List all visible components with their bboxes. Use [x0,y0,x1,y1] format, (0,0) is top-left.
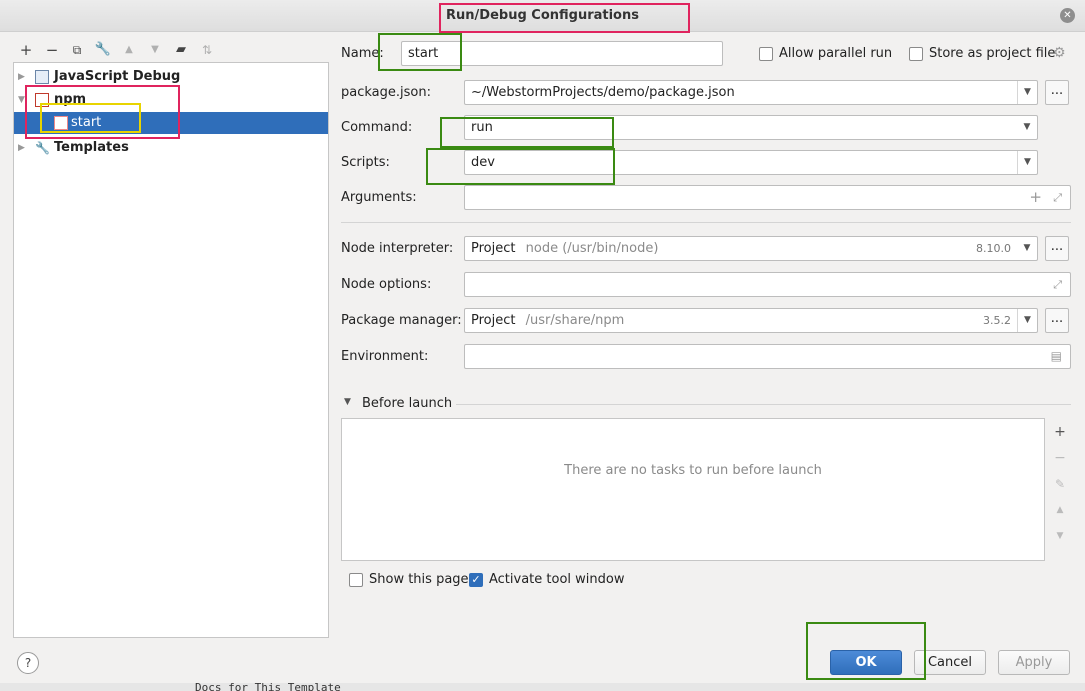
collapsed-arrow-icon[interactable]: ▶ [18,137,25,159]
package-json-value: ~/WebstormProjects/demo/package.json [471,85,735,100]
scripts-label: Scripts: [341,155,390,170]
collapse-arrow-icon[interactable]: ▼ [344,397,351,407]
plus-icon[interactable]: + [1029,186,1042,209]
command-value: run [471,120,493,135]
background-editor-text: Docs for This Template [195,681,341,691]
command-label: Command: [341,120,413,135]
package-manager-label: Package manager: [341,313,462,328]
node-options-label: Node options: [341,277,432,292]
node-interpreter-select[interactable]: Project node (/usr/bin/node) 8.10.0 ▼ [464,236,1038,261]
gear-icon[interactable]: ⚙ [1053,45,1066,61]
expand-icon[interactable]: ⤢ [1053,186,1062,209]
activate-tool-window-checkbox[interactable]: ✓ [469,573,483,587]
chevron-down-icon[interactable]: ▼ [1017,151,1037,174]
arguments-label: Arguments: [341,190,417,205]
environment-label: Environment: [341,349,429,364]
tree-item-label: npm [54,92,87,107]
separator [341,222,1071,223]
folder-icon[interactable]: ▰ [171,40,191,60]
sort-icon[interactable]: ⇅ [197,40,217,60]
chevron-down-icon[interactable]: ▼ [1017,81,1037,104]
help-button[interactable]: ? [17,652,39,674]
collapsed-arrow-icon[interactable]: ▶ [18,66,25,88]
javascript-debug-icon [35,70,49,84]
browse-package-manager-button[interactable]: ... [1045,308,1069,333]
move-up-icon[interactable]: ▲ [119,40,139,60]
remove-icon[interactable]: − [42,40,62,60]
expand-icon[interactable]: ⤢ [1053,273,1062,296]
package-manager-path: /usr/share/npm [525,313,625,328]
copy-icon[interactable]: ⧉ [67,40,87,60]
name-label: Name: [341,46,384,61]
ok-button[interactable]: OK [830,650,902,675]
npm-icon [54,116,68,130]
arguments-input[interactable]: + ⤢ [464,185,1071,210]
package-json-select[interactable]: ~/WebstormProjects/demo/package.json ▼ [464,80,1038,105]
cancel-button[interactable]: Cancel [914,650,986,675]
show-page-checkbox[interactable] [349,573,363,587]
window-title: Run/Debug Configurations [446,8,639,23]
environment-input[interactable]: ▤ [464,344,1071,369]
empty-task-message: There are no tasks to run before launch [564,463,822,478]
tree-item-javascript-debug[interactable]: ▶ JavaScript Debug [14,66,328,88]
tree-item-start[interactable]: start [14,112,328,134]
node-version: 8.10.0 [976,242,1011,255]
wrench-icon: 🔧 [35,141,50,155]
store-project-label: Store as project file [929,46,1056,61]
move-up-icon[interactable]: ▲ [1052,501,1068,519]
title-bar: Run/Debug Configurations ✕ [0,0,1085,32]
package-manager-value: Project [471,313,516,328]
name-input[interactable]: start [401,41,723,66]
wrench-icon[interactable]: 🔧 [93,40,113,60]
edit-task-icon[interactable]: ✎ [1052,475,1068,493]
node-interpreter-path: node (/usr/bin/node) [525,241,659,256]
scripts-value: dev [471,155,495,170]
show-page-label: Show this page [369,572,469,587]
background-editor [0,683,1085,691]
node-options-input[interactable]: ⤢ [464,272,1071,297]
separator [456,404,1071,405]
tree-item-templates[interactable]: ▶ 🔧 Templates [14,137,328,159]
expanded-arrow-icon[interactable]: ▼ [18,89,25,111]
chevron-down-icon[interactable]: ▼ [1017,309,1037,332]
move-down-icon[interactable]: ▼ [1052,527,1068,545]
store-project-checkbox[interactable] [909,47,923,61]
package-json-label: package.json: [341,85,431,100]
package-manager-version: 3.5.2 [983,314,1011,327]
document-icon[interactable]: ▤ [1051,345,1062,368]
before-launch-title[interactable]: Before launch [362,392,452,416]
chevron-down-icon[interactable]: ▼ [1017,237,1037,260]
node-interpreter-value: Project [471,241,516,256]
node-interpreter-label: Node interpreter: [341,241,454,256]
add-task-icon[interactable]: + [1052,423,1068,441]
tree-item-label: JavaScript Debug [54,69,181,84]
tree-item-label: Templates [54,140,129,155]
allow-parallel-checkbox[interactable] [759,47,773,61]
browse-package-json-button[interactable]: ... [1045,80,1069,105]
command-select[interactable]: run ▼ [464,115,1038,140]
tree-item-label: start [71,115,102,130]
scripts-select[interactable]: dev ▼ [464,150,1038,175]
package-manager-select[interactable]: Project /usr/share/npm 3.5.2 ▼ [464,308,1038,333]
before-launch-task-list: There are no tasks to run before launch [341,418,1045,561]
browse-node-button[interactable]: ... [1045,236,1069,261]
close-icon[interactable]: ✕ [1060,8,1075,23]
chevron-down-icon[interactable]: ▼ [1017,116,1037,139]
tree-item-npm[interactable]: ▼ npm [14,89,328,111]
apply-button[interactable]: Apply [998,650,1070,675]
configuration-tree: ▶ JavaScript Debug ▼ npm start ▶ 🔧 Templ… [13,62,329,638]
npm-icon [35,93,49,107]
add-icon[interactable]: + [16,40,36,60]
activate-tool-window-label: Activate tool window [489,572,625,587]
allow-parallel-label: Allow parallel run [779,46,893,61]
move-down-icon[interactable]: ▼ [145,40,165,60]
remove-task-icon[interactable]: − [1052,449,1068,467]
